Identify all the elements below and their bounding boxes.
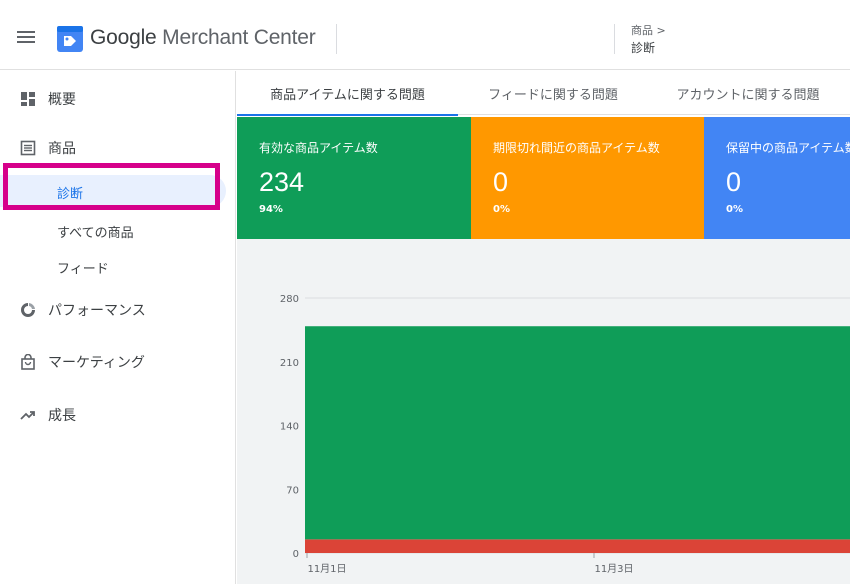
- card-title: 保留中の商品アイテム数: [726, 141, 850, 155]
- breadcrumb-parent[interactable]: 商品 >: [631, 22, 666, 38]
- tab-label: 商品アイテムに関する問題: [270, 88, 425, 103]
- app-title-product: Merchant Center: [156, 26, 316, 49]
- app-title-google: Google: [90, 26, 157, 49]
- y-tick-label: 0: [293, 549, 299, 560]
- sidebar-subitem-label: フィード: [57, 262, 109, 277]
- merchant-center-logo-icon: [57, 26, 83, 52]
- app-title: Google Merchant Center: [90, 26, 316, 50]
- donut-chart-icon: [21, 303, 35, 317]
- sidebar-item-performance[interactable]: パフォーマンス: [0, 292, 236, 328]
- y-tick-label: 210: [280, 358, 299, 369]
- tab-feed-issues[interactable]: フィードに関する問題: [458, 71, 648, 115]
- sidebar-subitem-diagnostics[interactable]: 診断: [0, 175, 226, 207]
- sidebar-item-label: 概要: [48, 92, 76, 108]
- card-pending-items[interactable]: 保留中の商品アイテム数 0 0%: [704, 117, 850, 239]
- dashboard-icon: [21, 92, 35, 106]
- card-percent: 0%: [726, 204, 743, 215]
- sidebar-subitem-all-products[interactable]: すべての商品: [0, 214, 236, 246]
- sidebar-item-marketing[interactable]: マーケティング: [0, 344, 236, 380]
- tab-label: フィードに関する問題: [488, 88, 618, 103]
- sidebar-item-products[interactable]: 商品: [0, 130, 236, 166]
- card-percent: 0%: [493, 204, 510, 215]
- tab-bar: 商品アイテムに関する問題 フィードに関する問題 アカウントに関する問題: [237, 71, 850, 116]
- trending-up-icon: [20, 411, 35, 420]
- sidebar-item-overview[interactable]: 概要: [0, 81, 236, 117]
- y-tick-label: 70: [286, 485, 299, 496]
- shopping-bag-icon: [21, 354, 35, 370]
- card-value: 0: [726, 167, 742, 197]
- sidebar-item-label: パフォーマンス: [48, 303, 146, 319]
- area-series-1: [305, 326, 850, 540]
- tab-account-issues[interactable]: アカウントに関する問題: [648, 71, 848, 115]
- sidebar-subitem-label: 診断: [57, 187, 84, 202]
- area-series-0: [305, 539, 850, 553]
- list-icon: [20, 140, 36, 156]
- sidebar-subitem-label: すべての商品: [57, 226, 134, 241]
- card-title: 有効な商品アイテム数: [259, 141, 378, 155]
- card-value: 0: [493, 167, 509, 197]
- sidebar-item-label: 商品: [48, 141, 76, 157]
- menu-icon[interactable]: [17, 31, 35, 43]
- card-title: 期限切れ間近の商品アイテム数: [493, 141, 660, 155]
- sidebar-subitem-feeds[interactable]: フィード: [0, 250, 236, 282]
- tab-product-issues[interactable]: 商品アイテムに関する問題: [237, 71, 458, 116]
- title-divider: [336, 24, 337, 54]
- y-tick-label: 280: [280, 294, 299, 305]
- x-tick-label: 11月1日: [307, 563, 346, 575]
- sidebar: 概要 商品 診断 すべての商品 フィード パフォーマンス マーケティング 成長: [0, 71, 236, 584]
- y-tick-label: 140: [280, 422, 299, 433]
- card-percent: 94%: [259, 204, 283, 215]
- breadcrumb-current: 診断: [631, 41, 656, 55]
- tab-label: アカウントに関する問題: [676, 88, 820, 103]
- item-status-chart: 0 70 140 210 280 11月1日 11月3日: [280, 294, 850, 575]
- breadcrumb-divider: [614, 24, 615, 54]
- sidebar-item-growth[interactable]: 成長: [0, 397, 236, 433]
- top-app-bar: Google Merchant Center 商品 > 診断: [0, 0, 850, 70]
- sidebar-item-label: マーケティング: [48, 355, 145, 371]
- card-expiring-items[interactable]: 期限切れ間近の商品アイテム数 0 0%: [471, 117, 704, 239]
- x-tick-label: 11月3日: [594, 563, 633, 575]
- card-active-items[interactable]: 有効な商品アイテム数 234 94%: [237, 117, 471, 239]
- card-value: 234: [259, 167, 305, 197]
- sidebar-item-label: 成長: [48, 408, 76, 424]
